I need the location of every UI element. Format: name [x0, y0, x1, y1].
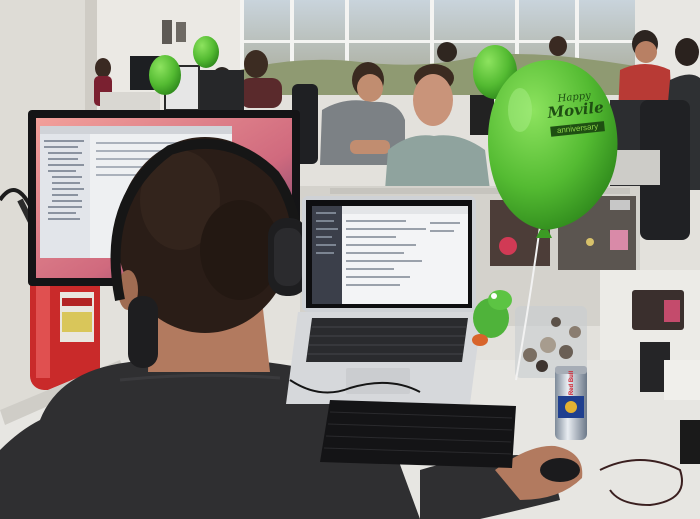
laptop [286, 196, 482, 404]
energy-drink-can [555, 366, 587, 440]
keyboard [320, 400, 516, 468]
office-scene-illustration [0, 0, 700, 519]
office-photo: Happy Movile anniversary Red Bull [0, 0, 700, 519]
